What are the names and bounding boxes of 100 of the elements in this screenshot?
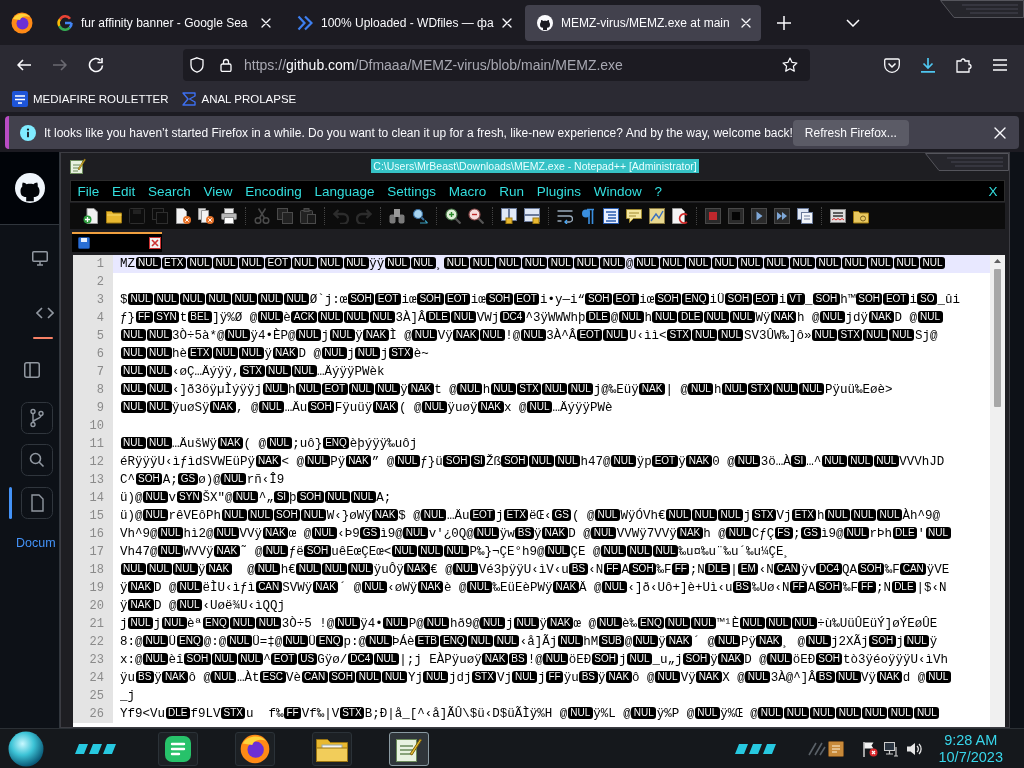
page-arc-icon[interactable] [672,208,688,224]
download-icon[interactable] [920,57,936,73]
flag-cross-icon[interactable] [862,740,879,757]
line-number: 4 [73,309,113,327]
windows-horizontal-icon[interactable] [524,208,540,224]
play-icon[interactable] [751,208,767,224]
menu-item[interactable]: Run [492,183,531,199]
line-number: 14 [73,489,113,507]
shield-icon[interactable] [190,57,204,73]
list-window-icon[interactable] [797,208,813,224]
chevron-down-icon[interactable] [846,18,860,27]
line-number: 15 [73,507,113,525]
line-number: 11 [73,435,113,453]
scrollbar[interactable] [990,255,1005,727]
record-icon[interactable] [705,208,721,224]
line-number: 16 [73,525,113,543]
menu-item[interactable]: View [197,183,239,199]
line-number: 18 [73,561,113,579]
fast-forward-icon[interactable] [774,208,790,224]
pilcrow-icon[interactable] [580,208,596,224]
taskbar-button[interactable] [312,731,352,766]
lock-icon[interactable] [220,58,232,72]
printer-icon[interactable] [221,208,237,224]
reload-icon[interactable] [88,57,104,73]
menu-item[interactable]: Settings [380,183,443,199]
window-title: C:\Users\MrBeast\Downloads\MEMZ.exe - Notepad++ [Administrator] [371,158,699,173]
lines-tile-icon [165,735,191,762]
start-orb-icon[interactable] [8,730,44,767]
back-arrow-icon[interactable] [16,57,32,73]
taskbar-button[interactable] [389,731,429,766]
notification-message: It looks like you haven’t started Firefox in a while. Do you want to clean it up for a fresh, like-new experience? And by the way, welcome back! [44,125,793,140]
browser-tab[interactable]: 100% Uploaded - WDfiles — фа [285,4,521,41]
puzzle-icon[interactable] [956,57,972,73]
line-number: 24 [73,669,113,687]
file-icon[interactable] [21,487,53,519]
documents-cross-icon[interactable] [198,208,214,224]
notepad-icon [70,157,86,174]
branch-icon[interactable] [21,402,53,434]
network-icon[interactable] [883,740,900,757]
menu-item[interactable]: Language [308,183,381,199]
star-icon[interactable] [782,57,798,73]
wrap-lines-icon[interactable] [557,208,573,224]
app-tile-icon[interactable] [828,740,845,757]
line-number: 26 [73,705,113,723]
zoom-in-icon[interactable] [445,208,461,224]
menu-item[interactable]: ? [648,183,669,199]
speaker-icon[interactable] [906,740,923,757]
indent-lines-icon[interactable] [603,208,619,224]
browser-logo-icon[interactable] [11,11,33,34]
menu-item[interactable]: Plugins [530,183,588,199]
menu-item[interactable]: Encoding [238,183,309,199]
browser-tab[interactable]: fur affinity banner - Google Sea [45,4,281,41]
line-number: 6 [73,345,113,363]
sidebar-panel-icon[interactable] [24,362,40,378]
menu-item[interactable]: Search [141,183,198,199]
document-cross-icon[interactable] [175,208,191,224]
clock-time: 9:28 AM [944,731,998,749]
bookmark[interactable]: MEDIAFIRE ROULETTER [8,87,173,110]
plus-icon[interactable] [777,15,791,30]
taskbar-button[interactable] [235,731,275,766]
menu-icon[interactable] [992,58,1008,72]
speech-note-icon[interactable] [626,208,642,224]
magnifier-arrows-icon[interactable] [412,208,428,224]
search-icon[interactable] [21,444,53,476]
refresh-button[interactable]: Refresh Firefox... [792,119,909,146]
arrow-up-icon[interactable] [994,259,1001,263]
document-plus-icon[interactable] [83,208,99,224]
file-tab[interactable] [72,232,162,252]
floppy-icon [78,237,90,249]
folder-icon[interactable] [853,208,869,224]
menu-item[interactable]: File [71,183,106,199]
link[interactable]: Docum [16,536,56,550]
browser-logo-icon [240,733,270,764]
chart-line-icon[interactable] [649,208,665,224]
menu-item[interactable]: Macro [442,183,493,199]
scrollbar-thumb[interactable] [994,269,1001,407]
line-number: 22 [73,633,113,651]
stripes-icon [75,742,116,755]
monitor-icon[interactable] [32,250,48,266]
zoom-out-icon[interactable] [468,208,484,224]
sigma-icon [182,91,197,106]
spellcheck-icon[interactable] [830,208,846,224]
code-icon[interactable] [36,307,54,319]
folder-icon[interactable] [106,208,122,224]
cat-logo-icon[interactable] [14,173,45,203]
line-number: 3 [73,291,113,309]
clipboard-icon[interactable] [300,208,316,224]
bookmark[interactable]: ANAL PROLAPSE [178,88,301,109]
close-button[interactable]: X [982,183,1004,199]
menu-item[interactable]: Edit [105,183,142,199]
line-number: 2 [73,273,113,291]
browser-tab[interactable]: MEMZ-virus/MEMZ.exe at main [525,4,761,41]
line-number: 19 [73,579,113,597]
address-bar[interactable]: https://github.com/Dfmaaa/MEMZ-virus/blob/main/MEMZ.exe [183,49,810,81]
taskbar-button[interactable] [158,731,198,766]
menu-item[interactable]: Window [587,183,649,199]
shield-chevron-icon[interactable] [884,57,900,73]
windows-vertical-icon[interactable] [501,208,517,224]
cat-logo-icon [537,14,553,31]
binoculars-icon[interactable] [389,208,405,224]
